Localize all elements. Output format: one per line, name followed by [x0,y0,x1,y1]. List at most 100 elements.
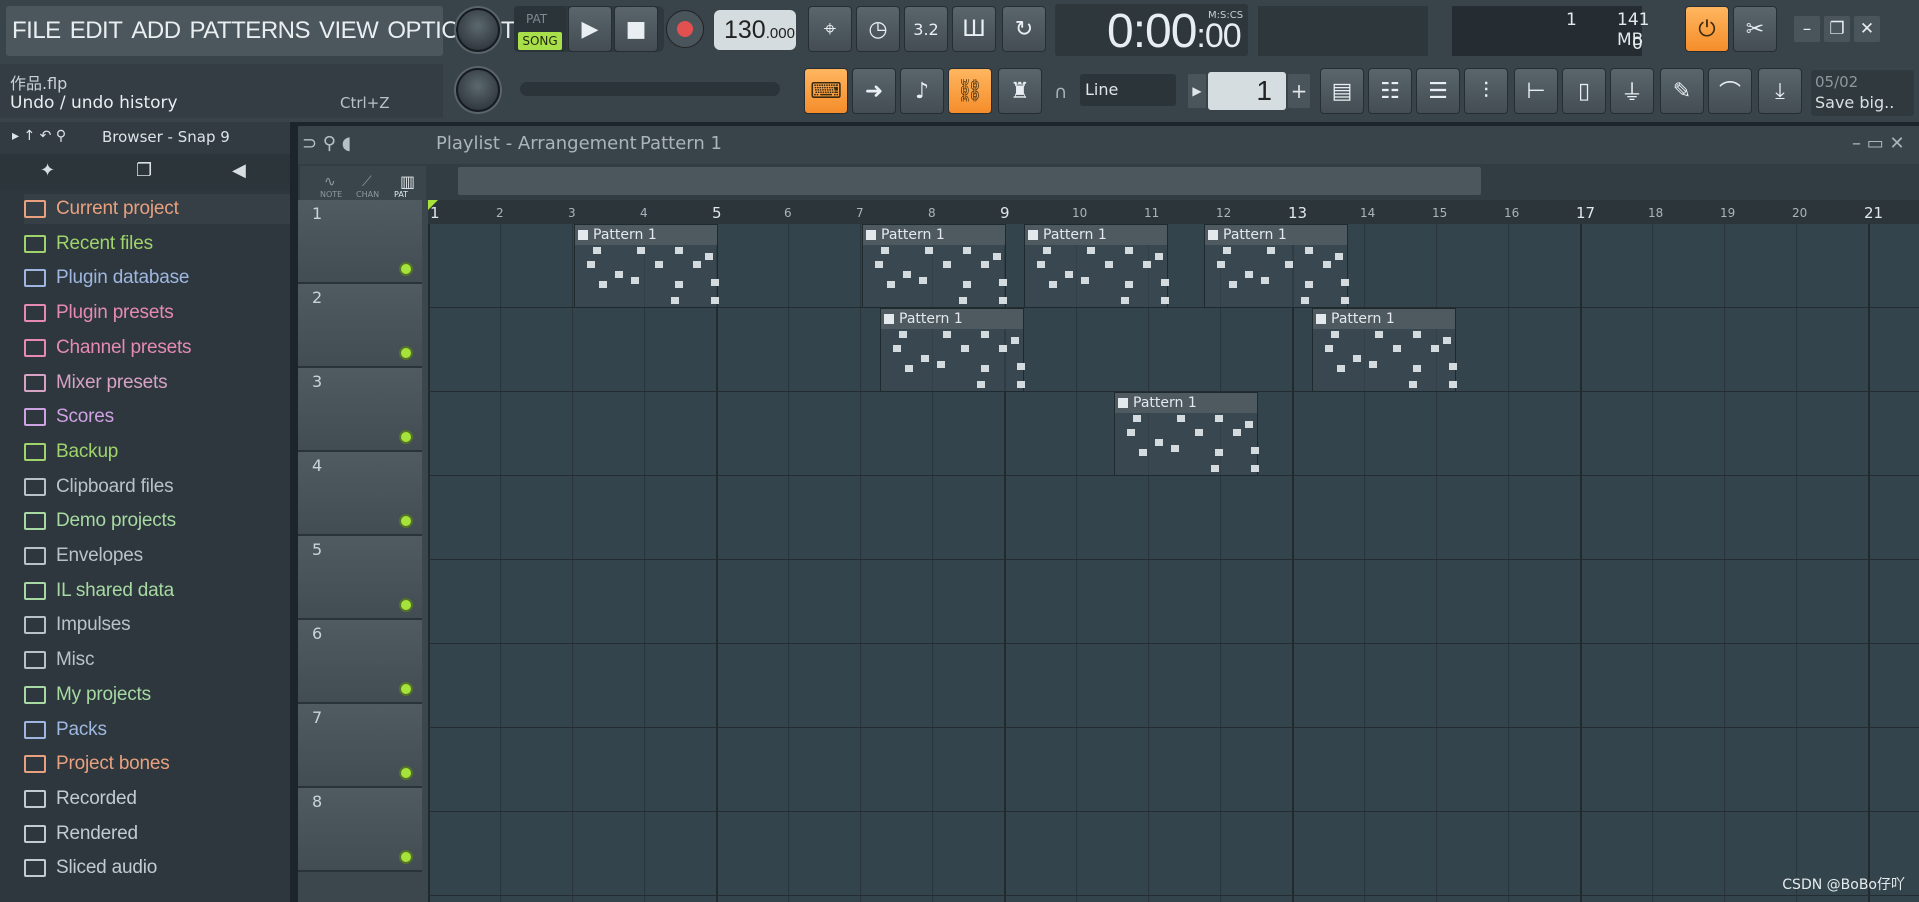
playlist-tool-icons[interactable]: ⊃ ⚲ ◖ [302,133,351,154]
play-button[interactable]: ▶ [568,6,612,52]
menu-add[interactable]: ADD [131,17,181,45]
tools-button[interactable]: ✂ [1733,6,1777,52]
pat-song-toggle[interactable]: PAT SONG [514,6,566,52]
playlist-typing-keyboard-button[interactable]: ⌨ [804,68,848,114]
track-header[interactable]: 2 [298,284,422,368]
track-mute-led[interactable] [399,514,413,528]
song-time-display[interactable]: 0:00:00 M:S:CS [1055,4,1248,58]
download-button[interactable]: ⤓ [1758,68,1802,114]
browser-item[interactable]: Plugin database [24,263,290,293]
pattern-clip[interactable]: Pattern 1 [880,308,1025,392]
browser-item[interactable]: Impulses [24,610,290,640]
step-edit-button[interactable]: Ш [952,6,996,52]
note-button[interactable]: ♪ [900,68,944,114]
browser-item[interactable]: Mixer presets [24,368,290,398]
browser-window-button[interactable]: ⊢ [1514,68,1558,114]
browser-item[interactable]: Envelopes [24,541,290,571]
pattern-clip[interactable]: Pattern 1 [574,224,719,308]
master-pitch-knob[interactable] [456,68,500,112]
track-header[interactable]: 5 [298,536,422,620]
browser-item[interactable]: Current project [24,194,290,224]
pattern-clip[interactable]: Pattern 1 [1024,224,1169,308]
channel-rack-window-button[interactable]: ☰ [1416,68,1460,114]
mixer-window-button[interactable]: ⫶ [1464,68,1508,114]
snap-selector[interactable]: Line [1080,74,1176,106]
browser-item[interactable]: Packs [24,715,290,745]
stop-button[interactable]: ■ [614,6,658,52]
browser-item[interactable]: Scores [24,402,290,432]
menu-file[interactable]: FILE [12,17,61,45]
mode-selector[interactable]: ∿ ⟋ ▥ NOTE CHAN PAT [300,166,426,200]
browser-item[interactable]: Plugin presets [24,298,290,328]
record-button[interactable] [666,10,704,48]
arrangement-grid[interactable]: Pattern 1 Pattern 1 Pattern 1 Pattern 1 Patt… [428,224,1919,902]
playlist-window-button[interactable]: ▤ [1320,68,1364,114]
browser-item[interactable]: Recorded [24,784,290,814]
track-mute-led[interactable] [399,598,413,612]
online-news-button[interactable]: ⏻ [1685,6,1729,52]
pattern-clip[interactable]: Pattern 1 [1114,392,1259,476]
tempo-display[interactable]: 130.000 [714,10,796,50]
plugin-picker-button[interactable]: ⏚ [1610,68,1654,114]
master-volume-knob[interactable] [456,8,500,52]
minimize-button[interactable]: – [1794,16,1820,42]
project-window-button[interactable]: ▯ [1562,68,1606,114]
timeline-ruler[interactable]: 1 2 3 4 5 6 7 8 9 10 11 12 13 14 15 16 17 18 19 20 21 [428,200,1919,224]
restore-button[interactable]: ❐ [1824,16,1850,42]
track-header[interactable]: 7 [298,704,422,788]
menu-view[interactable]: VIEW [319,17,379,45]
loop-record-button[interactable]: ↻ [1002,6,1046,52]
metronome-button[interactable]: ⌖ [808,6,852,52]
playlist-window-controls[interactable]: – ▭ ✕ [1852,133,1905,154]
playlist-scrollbar[interactable] [298,164,1919,200]
pattern-clip[interactable]: Pattern 1 [862,224,1007,308]
browser-nav-icons[interactable]: ▸ ↑ ↶ ⚲ [12,128,66,144]
browser-item[interactable]: Channel presets [24,333,290,363]
track-header[interactable]: 3 [298,368,422,452]
track-mute-led[interactable] [399,766,413,780]
touch-controller-button[interactable]: ✎ [1660,68,1704,114]
pattern-clip[interactable]: Pattern 1 [1204,224,1349,308]
browser-item[interactable]: IL shared data [24,576,290,606]
browser-item[interactable]: Recent files [24,229,290,259]
save-panel[interactable]: 05/02 Save big.. [1811,70,1914,116]
master-slider[interactable] [520,82,780,96]
hat-button[interactable]: ♜ [998,68,1042,114]
step-plus-button[interactable]: + [1288,74,1310,108]
piano-roll-window-button[interactable]: ☷ [1368,68,1412,114]
playhead-marker[interactable] [428,200,438,210]
step-value-field[interactable]: 1 [1208,72,1286,110]
browser-item[interactable]: Project bones [24,749,290,779]
countdown-button[interactable]: 3.2 [904,6,948,52]
track-mute-led[interactable] [399,262,413,276]
browser-item[interactable]: Demo projects [24,506,290,536]
wait-input-button[interactable]: ◷ [856,6,900,52]
files-icon[interactable]: ❐ [136,160,152,181]
menu-edit[interactable]: EDIT [70,17,123,45]
audio-editor-button[interactable]: ⌒ [1708,68,1752,114]
waveform-icon[interactable]: ✦ [40,160,55,181]
track-header[interactable]: 4 [298,452,422,536]
browser-item[interactable]: My projects [24,680,290,710]
step-left-button[interactable]: ▶ [1188,74,1206,108]
browser-item[interactable]: Clipboard files [24,472,290,502]
track-header[interactable]: 6 [298,620,422,704]
pattern-clip[interactable]: Pattern 1 [1312,308,1457,392]
track-mute-led[interactable] [399,850,413,864]
browser-item[interactable]: Misc [24,645,290,675]
browser-item[interactable]: Rendered [24,819,290,849]
track-mute-led[interactable] [399,430,413,444]
track-mute-led[interactable] [399,346,413,360]
menu-patterns[interactable]: PATTERNS [190,17,311,45]
link-button[interactable]: ⛓ [948,68,992,114]
track-header[interactable]: 1 [298,200,422,284]
browser-item[interactable]: Sliced audio [24,853,290,883]
track-mute-led[interactable] [399,682,413,696]
playlist-pattern[interactable]: Pattern 1 [640,133,722,154]
close-button[interactable]: ✕ [1854,16,1880,42]
arrow-button[interactable]: ➜ [852,68,896,114]
browser-item[interactable]: Backup [24,437,290,467]
scroll-thumb[interactable] [458,167,1481,195]
track-header[interactable]: 8 [298,788,422,872]
speaker-icon[interactable]: ◀ [232,160,246,181]
